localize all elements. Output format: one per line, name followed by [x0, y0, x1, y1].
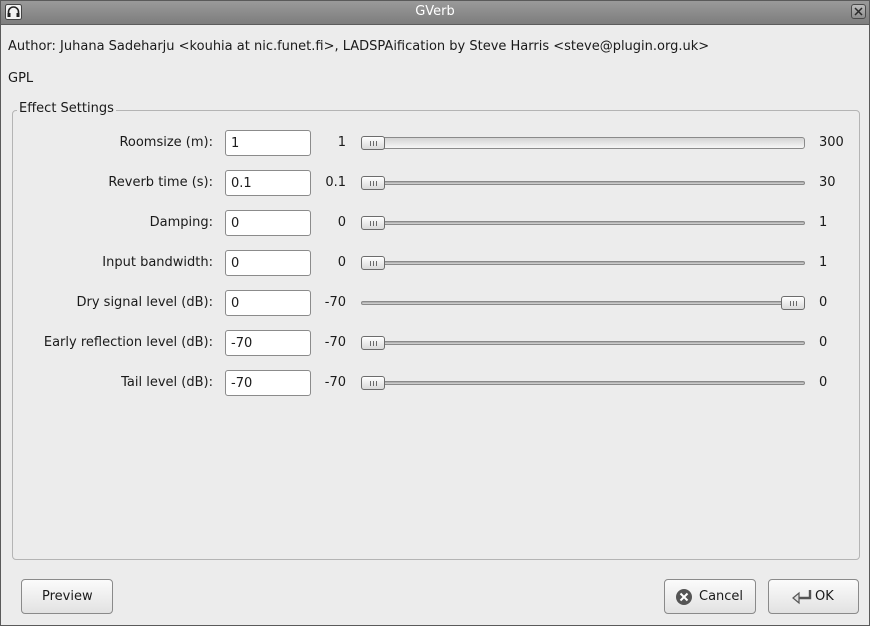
- cancel-icon: [676, 589, 692, 605]
- slider-thumb[interactable]: [361, 336, 385, 350]
- close-button[interactable]: [851, 4, 866, 19]
- control-value-input[interactable]: [225, 170, 311, 196]
- slider-min-label: -70: [324, 295, 346, 310]
- grip-icon: [370, 261, 377, 266]
- control-value-input[interactable]: [225, 130, 311, 156]
- slider-thumb[interactable]: [361, 136, 385, 150]
- control-slider[interactable]: [361, 296, 805, 310]
- slider-thumb[interactable]: [361, 176, 385, 190]
- enter-arrow-icon: [792, 590, 812, 605]
- close-icon: [854, 7, 863, 16]
- control-row: Dry signal level (dB): -70 0: [1, 290, 869, 318]
- cancel-button[interactable]: Cancel: [664, 579, 756, 614]
- control-label: Early reflection level (dB):: [43, 335, 213, 350]
- slider-min-label: 0: [337, 255, 346, 270]
- slider-min-label: 1: [337, 135, 346, 150]
- preview-label: Preview: [42, 589, 93, 604]
- control-row: Tail level (dB): -70 0: [1, 370, 869, 398]
- slider-track[interactable]: [361, 261, 805, 265]
- slider-max-label: 1: [819, 215, 828, 230]
- slider-track[interactable]: [361, 181, 805, 185]
- control-label: Roomsize (m):: [119, 135, 213, 150]
- slider-max-label: 0: [819, 335, 828, 350]
- plugin-author: Author: Juhana Sadeharju <kouhia at nic.…: [8, 39, 710, 54]
- control-slider[interactable]: [361, 376, 805, 390]
- plugin-license: GPL: [8, 71, 34, 86]
- slider-min-label: 0: [337, 215, 346, 230]
- grip-icon: [370, 181, 377, 186]
- control-slider[interactable]: [361, 176, 805, 190]
- control-row: Damping: 0 1: [1, 210, 869, 238]
- control-value-input[interactable]: [225, 290, 311, 316]
- slider-track[interactable]: [361, 301, 805, 305]
- control-slider[interactable]: [361, 256, 805, 270]
- control-value-input[interactable]: [225, 250, 311, 276]
- slider-min-label: -70: [324, 375, 346, 390]
- slider-max-label: 0: [819, 295, 828, 310]
- control-slider[interactable]: [361, 336, 805, 350]
- grip-icon: [370, 341, 377, 346]
- control-label: Input bandwidth:: [102, 255, 213, 270]
- ok-label: OK: [815, 589, 834, 604]
- gverb-dialog: GVerb Author: Juhana Sadeharju <kouhia a…: [0, 0, 870, 626]
- slider-thumb[interactable]: [361, 256, 385, 270]
- grip-icon: [370, 381, 377, 386]
- grip-icon: [790, 301, 797, 306]
- control-value-input[interactable]: [225, 330, 311, 356]
- slider-track[interactable]: [361, 221, 805, 225]
- control-row: Early reflection level (dB): -70 0: [1, 330, 869, 358]
- slider-max-label: 1: [819, 255, 828, 270]
- ok-button[interactable]: OK: [768, 579, 859, 614]
- control-slider[interactable]: [361, 216, 805, 230]
- control-row: Reverb time (s): 0.1 30: [1, 170, 869, 198]
- control-slider[interactable]: [361, 136, 805, 150]
- window-title: GVerb: [415, 4, 455, 19]
- slider-max-label: 30: [819, 175, 836, 190]
- control-value-input[interactable]: [225, 370, 311, 396]
- slider-track[interactable]: [361, 381, 805, 385]
- control-label: Damping:: [149, 215, 213, 230]
- control-label: Reverb time (s):: [108, 175, 213, 190]
- title-bar[interactable]: GVerb: [1, 1, 869, 25]
- grip-icon: [370, 221, 377, 226]
- slider-thumb[interactable]: [361, 376, 385, 390]
- control-row: Roomsize (m): 1 300: [1, 130, 869, 158]
- slider-min-label: -70: [324, 335, 346, 350]
- control-value-input[interactable]: [225, 210, 311, 236]
- slider-track[interactable]: [361, 341, 805, 345]
- slider-min-label: 0.1: [325, 175, 346, 190]
- control-label: Tail level (dB):: [121, 375, 213, 390]
- slider-thumb[interactable]: [781, 296, 805, 310]
- control-row: Input bandwidth: 0 1: [1, 250, 869, 278]
- cancel-label: Cancel: [699, 589, 744, 604]
- effect-settings-legend: Effect Settings: [17, 101, 116, 116]
- slider-thumb[interactable]: [361, 216, 385, 230]
- slider-max-label: 0: [819, 375, 828, 390]
- preview-button[interactable]: Preview: [21, 579, 113, 614]
- control-label: Dry signal level (dB):: [76, 295, 213, 310]
- slider-max-label: 300: [819, 135, 844, 150]
- grip-icon: [370, 141, 377, 146]
- slider-track[interactable]: [361, 137, 805, 149]
